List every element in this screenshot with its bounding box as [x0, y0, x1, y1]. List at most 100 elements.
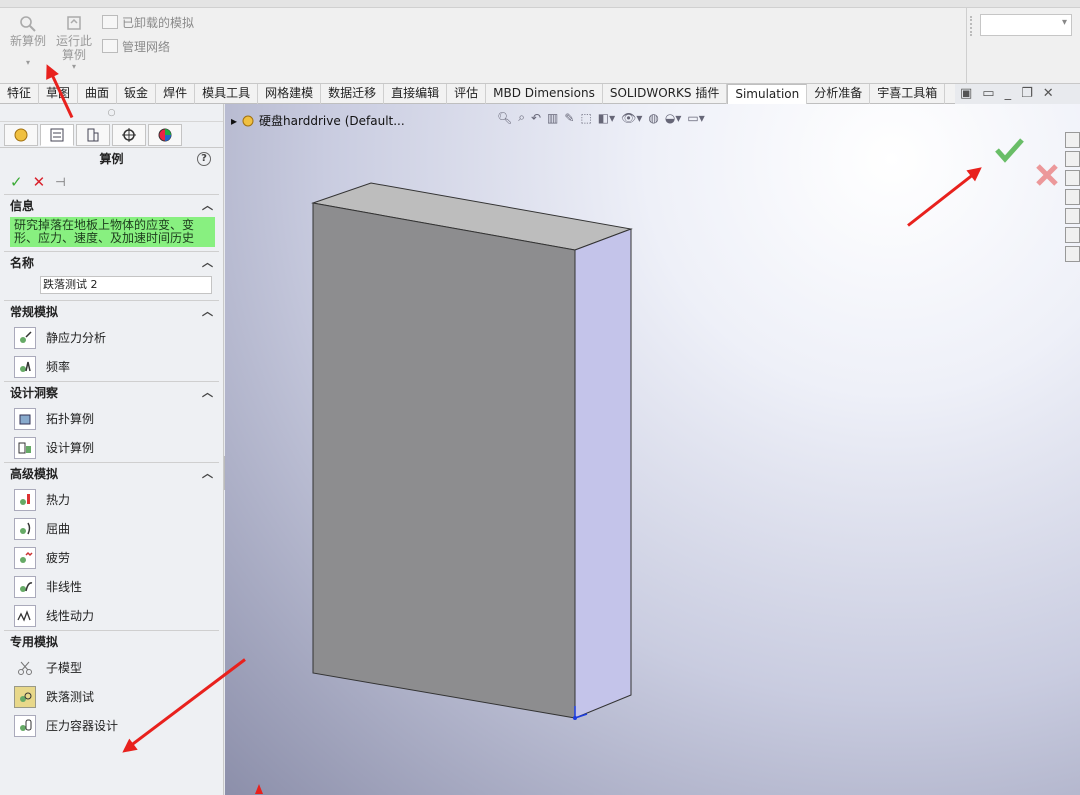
- buckling-study-icon: [14, 517, 36, 540]
- general-section-header[interactable]: 常规模拟 ︿: [4, 301, 219, 323]
- thermal-study-icon: [14, 488, 36, 511]
- manage-network-button[interactable]: 管理网络: [102, 37, 170, 55]
- new-study-label: 新算例: [9, 34, 46, 48]
- appearances-icon[interactable]: [1065, 208, 1080, 224]
- chevron-up-icon[interactable]: ︿: [202, 301, 213, 323]
- info-section: 信息 ︿ 研究掉落在地板上物体的应变、变形、应力、速度、及加速时间历史: [4, 194, 219, 247]
- collapse-icon[interactable]: ▭: [982, 86, 994, 106]
- design-section-header[interactable]: 设计洞察 ︿: [4, 382, 219, 404]
- panel-grip[interactable]: ○: [0, 104, 223, 122]
- tab-features[interactable]: 特征: [0, 84, 40, 104]
- study-type-nonlinear[interactable]: 非线性: [4, 572, 219, 601]
- tab-data-migration[interactable]: 数据迁移: [321, 84, 385, 104]
- ok-check-icon[interactable]: ✓: [10, 173, 23, 191]
- tab-surfaces[interactable]: 曲面: [78, 84, 118, 104]
- study-type-static[interactable]: 静应力分析: [4, 323, 219, 352]
- tab-weldments[interactable]: 焊件: [156, 84, 196, 104]
- new-study-icon: [20, 16, 36, 32]
- topology-label: 拓扑算例: [46, 412, 95, 426]
- chevron-up-icon[interactable]: ︿: [202, 382, 213, 404]
- ribbon-combo[interactable]: ▾: [980, 14, 1072, 36]
- ribbon-grip: [970, 16, 972, 36]
- static-study-icon: [14, 326, 36, 349]
- title-strip: [0, 0, 1080, 8]
- study-type-design[interactable]: 设计算例: [4, 433, 219, 462]
- study-type-linear-dynamic[interactable]: 线性动力: [4, 601, 219, 630]
- pressure-vessel-study-icon: [14, 714, 36, 737]
- special-section-header[interactable]: 专用模拟: [4, 631, 219, 653]
- restore-panel-icon[interactable]: ▣: [960, 86, 972, 106]
- configuration-manager-icon: [87, 128, 99, 142]
- special-simulation-section: 专用模拟 子模型 跌落测试 压力容器设计: [4, 630, 219, 740]
- home-icon[interactable]: [1065, 132, 1080, 148]
- tab-sheet-metal[interactable]: 钣金: [117, 84, 157, 104]
- help-icon[interactable]: ?: [197, 152, 211, 166]
- thermal-label: 热力: [46, 493, 71, 507]
- minimize-icon[interactable]: _: [1005, 86, 1012, 106]
- resources-icon[interactable]: [1065, 151, 1080, 167]
- nonlinear-study-icon: [14, 575, 36, 598]
- feature-manager-tab[interactable]: [4, 124, 38, 146]
- tab-mold-tools[interactable]: 模具工具: [195, 84, 259, 104]
- solidworks-forum-icon[interactable]: [1065, 246, 1080, 262]
- tab-analysis-prep[interactable]: 分析准备: [807, 84, 871, 104]
- ribbon-separator: [966, 8, 967, 84]
- run-study-button[interactable]: 运行此 算例 ▾: [52, 14, 96, 76]
- drop-test-label: 跌落测试: [46, 690, 95, 704]
- frequency-study-icon: [14, 355, 36, 378]
- graphics-viewport[interactable]: ▸ 硬盘harddrive (Default... 🔍︎ ⌕ ↶ ▥ ✎ ⬚ ◧…: [225, 104, 1080, 795]
- close-icon[interactable]: ✕: [1043, 86, 1054, 106]
- study-type-drop-test[interactable]: 跌落测试: [4, 682, 219, 711]
- study-type-fatigue[interactable]: 疲劳: [4, 543, 219, 572]
- unloaded-simulations-button[interactable]: 已卸载的模拟: [102, 13, 194, 31]
- study-type-topology[interactable]: 拓扑算例: [4, 404, 219, 433]
- panel-actions: ✓ ✕ ⊣: [0, 170, 223, 194]
- study-type-pressure-vessel[interactable]: 压力容器设计: [4, 711, 219, 740]
- maximize-icon[interactable]: ❐: [1021, 86, 1033, 106]
- run-study-label: 运行此 算例: [55, 34, 92, 62]
- chevron-up-icon[interactable]: ︿: [202, 463, 213, 485]
- pressure-vessel-label: 压力容器设计: [46, 719, 119, 733]
- confirm-cancel-icon: [1036, 164, 1058, 186]
- display-manager-tab[interactable]: [148, 124, 182, 146]
- name-section-header[interactable]: 名称 ︿: [4, 252, 219, 274]
- dimxpert-tab[interactable]: [112, 124, 146, 146]
- model-graphics: [255, 138, 1058, 794]
- crosshair-icon: [122, 128, 136, 142]
- feature-manager-icon: [14, 128, 28, 142]
- tab-toolbox[interactable]: 宇喜工具箱: [870, 84, 946, 104]
- custom-properties-icon[interactable]: [1065, 227, 1080, 243]
- study-type-submodel[interactable]: 子模型: [4, 653, 219, 682]
- fatigue-label: 疲劳: [46, 551, 71, 565]
- tab-mesh-modeling[interactable]: 网格建模: [258, 84, 322, 104]
- cancel-x-icon[interactable]: ✕: [33, 173, 46, 191]
- study-type-thermal[interactable]: 热力: [4, 485, 219, 514]
- property-manager-tab[interactable]: [40, 124, 74, 146]
- tab-direct-editing[interactable]: 直接编辑: [384, 84, 448, 104]
- tab-evaluate[interactable]: 评估: [447, 84, 487, 104]
- tab-simulation[interactable]: Simulation: [727, 84, 808, 104]
- pin-icon[interactable]: ⊣: [55, 175, 65, 189]
- tab-solidworks-addins[interactable]: SOLIDWORKS 插件: [603, 84, 728, 104]
- run-study-dropdown-icon[interactable]: ▾: [52, 60, 96, 74]
- box-side-face: [574, 228, 632, 719]
- panel-title-text: 算例: [99, 152, 124, 166]
- advanced-section-header[interactable]: 高级模拟 ︿: [4, 463, 219, 485]
- document-window-controls: ▣ ▭ _ ❐ ✕: [960, 86, 1080, 106]
- tab-mbd-dimensions[interactable]: MBD Dimensions: [486, 84, 603, 104]
- chevron-up-icon[interactable]: ︿: [202, 252, 213, 274]
- design-study-label: 设计算例: [46, 441, 95, 455]
- command-ribbon: 新算例 ▾ 运行此 算例 ▾ 已卸载的模拟 管理网络 ▾: [0, 0, 1080, 84]
- study-type-frequency[interactable]: 频率: [4, 352, 219, 381]
- origin-marker: [573, 716, 577, 720]
- file-explorer-icon[interactable]: [1065, 170, 1080, 186]
- advanced-header-text: 高级模拟: [10, 467, 59, 481]
- study-name-input[interactable]: 跌落测试 2: [40, 276, 212, 294]
- configuration-manager-tab[interactable]: [76, 124, 110, 146]
- info-section-header[interactable]: 信息 ︿: [4, 195, 219, 217]
- run-study-icon: [67, 16, 81, 30]
- linear-dynamic-study-icon: [14, 604, 36, 627]
- study-type-buckling[interactable]: 屈曲: [4, 514, 219, 543]
- view-palette-icon[interactable]: [1065, 189, 1080, 205]
- chevron-up-icon[interactable]: ︿: [202, 195, 213, 217]
